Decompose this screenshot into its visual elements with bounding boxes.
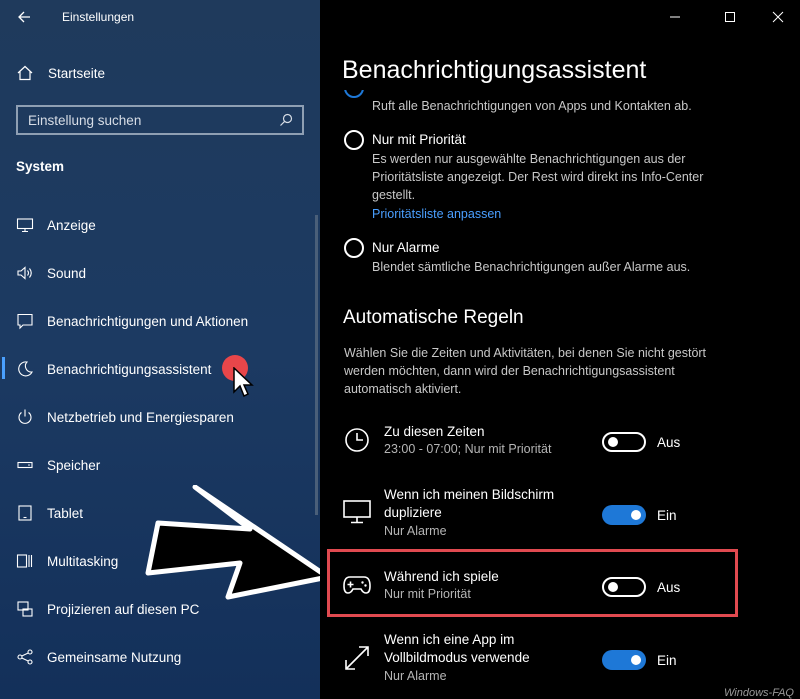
option-label: Nur mit Priorität xyxy=(372,132,466,147)
moon-icon xyxy=(16,360,34,378)
toggle-state: Aus xyxy=(657,435,681,450)
pointer-arrow-icon xyxy=(145,485,330,600)
radio-prioritaet[interactable] xyxy=(344,130,364,150)
sidebar-item-label: Benachrichtigungen und Aktionen xyxy=(47,313,249,329)
notification-icon xyxy=(16,312,34,330)
rule-toggle-zeiten[interactable] xyxy=(602,432,646,452)
rule-sub: Nur mit Priorität xyxy=(384,587,471,601)
search-icon xyxy=(280,113,293,126)
page-title: Benachrichtigungsassistent xyxy=(342,56,647,84)
home-icon xyxy=(16,64,34,82)
sidebar-item-label: Gemeinsame Nutzung xyxy=(47,649,182,665)
maximize-icon[interactable] xyxy=(715,6,745,28)
rule-sub: Nur Alarme xyxy=(384,524,447,538)
option-desc: Es werden nur ausgewählte Benachrichtigu… xyxy=(372,152,704,202)
prioritaetsliste-link[interactable]: Prioritätsliste anpassen xyxy=(372,207,501,221)
search-input[interactable]: Einstellung suchen xyxy=(16,105,304,135)
tablet-icon xyxy=(16,504,34,522)
section-title: System xyxy=(16,159,65,174)
minimize-icon[interactable] xyxy=(660,6,690,28)
display-icon xyxy=(16,216,34,234)
back-arrow-icon xyxy=(18,11,30,23)
rule-toggle-duplizieren[interactable] xyxy=(602,505,646,525)
sidebar-item-power[interactable]: Netzbetrieb und Energiesparen xyxy=(0,397,320,437)
rules-desc: Wählen Sie die Zeiten und Aktivitäten, b… xyxy=(344,346,707,396)
project-icon xyxy=(16,600,34,618)
sidebar-item-notifications[interactable]: Benachrichtigungen und Aktionen xyxy=(0,301,320,341)
rule-title: Wenn ich meinen Bildschirm dupliziere xyxy=(384,487,555,520)
storage-icon xyxy=(16,456,34,474)
back-button[interactable] xyxy=(14,6,36,28)
app-title: Einstellungen xyxy=(62,10,135,24)
sidebar-item-label: Speicher xyxy=(47,457,101,473)
option-desc: Blendet sämtliche Benachrichtigungen auß… xyxy=(372,260,691,274)
sidebar-item-label: Tablet xyxy=(47,505,84,521)
search-placeholder: Einstellung suchen xyxy=(28,113,142,128)
sidebar-item-label: Startseite xyxy=(48,65,106,81)
close-icon[interactable] xyxy=(763,6,793,28)
toggle-state: Ein xyxy=(657,508,677,523)
rule-sub: 23:00 - 07:00; Nur mit Priorität xyxy=(384,442,552,456)
sidebar-item-home[interactable]: Startseite xyxy=(0,53,320,93)
sidebar-item-label: Netzbetrieb und Energiesparen xyxy=(47,409,234,425)
rules-title: Automatische Regeln xyxy=(343,307,524,328)
content-pane: Benachrichtigungsassistent Ruft alle Ben… xyxy=(320,0,800,699)
multitasking-icon xyxy=(16,552,34,570)
fullscreen-icon xyxy=(345,646,369,670)
sidebar-item-sound[interactable]: Sound xyxy=(0,253,320,293)
power-icon xyxy=(16,408,34,426)
sidebar-item-label: Benachrichtigungsassistent xyxy=(47,361,212,377)
rule-sub: Nur Alarme xyxy=(384,669,447,683)
sidebar-item-display[interactable]: Anzeige xyxy=(0,205,320,245)
rule-title: Zu diesen Zeiten xyxy=(384,424,485,439)
sidebar-item-label: Sound xyxy=(47,265,87,281)
rule-toggle-vollbild[interactable] xyxy=(602,650,646,670)
rule-title: Wenn ich eine App im Vollbildmodus verwe… xyxy=(384,632,530,665)
title-bar: Einstellungen xyxy=(0,0,320,34)
radio-alle[interactable] xyxy=(344,90,364,100)
gamepad-icon xyxy=(343,576,371,594)
toggle-state: Ein xyxy=(657,653,677,668)
option-label: Nur Alarme xyxy=(372,240,440,255)
sidebar-item-label: Anzeige xyxy=(47,217,96,233)
rule-toggle-spielen[interactable] xyxy=(602,577,646,597)
option-desc: Ruft alle Benachrichtigungen von Apps un… xyxy=(372,99,692,113)
rule-title: Während ich spiele xyxy=(384,569,499,584)
speaker-icon xyxy=(16,264,34,282)
toggle-state: Aus xyxy=(657,580,681,595)
sidebar-item-label: Multitasking xyxy=(47,553,119,569)
clock-icon xyxy=(345,428,369,452)
watermark: Windows-FAQ xyxy=(724,687,794,699)
sidebar-item-focus-assist[interactable]: Benachrichtigungsassistent xyxy=(0,349,320,389)
share-icon xyxy=(16,648,34,666)
mouse-cursor-icon xyxy=(233,367,254,398)
monitor-icon xyxy=(343,500,371,524)
sidebar-item-storage[interactable]: Speicher xyxy=(0,445,320,485)
sidebar-item-share[interactable]: Gemeinsame Nutzung xyxy=(0,637,320,677)
radio-alarme[interactable] xyxy=(344,238,364,258)
